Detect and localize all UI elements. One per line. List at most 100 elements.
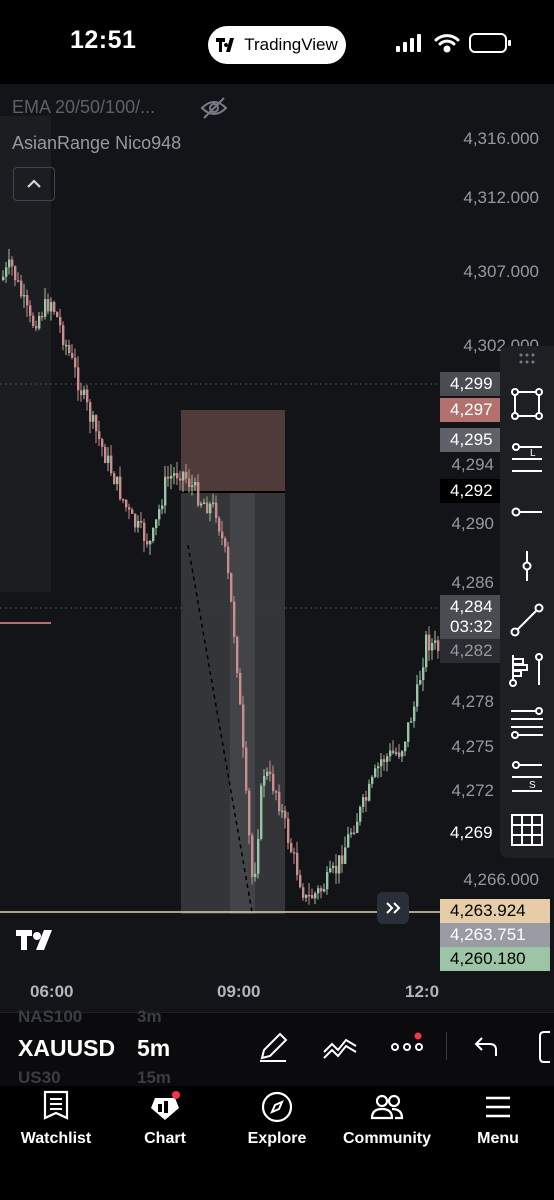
- candle-body: [68, 344, 71, 354]
- candle-body: [170, 475, 173, 479]
- candle-body: [218, 518, 221, 532]
- candle-body: [302, 887, 305, 898]
- candle-body: [2, 276, 5, 280]
- rectangle-tool-button[interactable]: [507, 384, 547, 424]
- candle-body: [137, 520, 140, 528]
- tradingview-logo-icon: [216, 38, 235, 52]
- asian-range-indicator-label[interactable]: AsianRange Nico948: [12, 133, 181, 154]
- indicators-icon[interactable]: [322, 1032, 358, 1060]
- tab-watchlist[interactable]: Watchlist: [6, 1090, 106, 1148]
- candle-body: [338, 855, 341, 874]
- candle-body: [32, 315, 35, 326]
- drag-handle-icon[interactable]: [518, 352, 536, 366]
- draw-pen-icon[interactable]: [256, 1030, 290, 1064]
- candle-body: [53, 302, 56, 313]
- drawing-toolbar: L S: [500, 346, 554, 858]
- candle-body: [194, 482, 197, 486]
- candle-body: [428, 634, 431, 651]
- candle-body: [317, 888, 320, 894]
- tab-menu[interactable]: Menu: [448, 1090, 548, 1148]
- more-options-icon[interactable]: [390, 1030, 424, 1058]
- candle-body: [113, 473, 116, 485]
- ema-indicator-label[interactable]: EMA 20/50/100/...: [12, 97, 155, 118]
- candle-body: [365, 797, 368, 801]
- candle-body: [41, 315, 44, 318]
- collapse-indicators-button[interactable]: [13, 167, 55, 201]
- timeframe-selector[interactable]: 5m: [137, 1035, 170, 1062]
- horizontal-ray-tool-button[interactable]: [507, 492, 547, 532]
- short-position-icon: S: [512, 761, 542, 792]
- rectangle-icon: [511, 388, 543, 420]
- trend-line-icon: [510, 603, 544, 637]
- candle-body: [332, 865, 335, 869]
- candle-body: [236, 636, 239, 674]
- candle-body: [320, 888, 323, 892]
- symbol-option-next[interactable]: US30: [18, 1068, 61, 1088]
- fixed-range-volume-tool-button[interactable]: [507, 650, 547, 690]
- status-time: 12:51: [70, 26, 137, 54]
- tab-chart[interactable]: Chart: [115, 1090, 215, 1148]
- candle-body: [344, 847, 347, 864]
- candle-body: [5, 267, 8, 277]
- candle-body: [413, 706, 416, 722]
- candle-body: [185, 471, 188, 479]
- candle-body: [341, 855, 344, 864]
- candle-body: [290, 842, 293, 853]
- tab-explore[interactable]: Explore: [227, 1090, 327, 1148]
- compass-icon: [261, 1091, 293, 1123]
- candle-body: [239, 673, 242, 705]
- candle-body: [410, 721, 413, 723]
- candle-body: [422, 667, 425, 681]
- candle-body: [227, 546, 230, 574]
- undo-icon[interactable]: [474, 1034, 500, 1058]
- candle-body: [140, 520, 143, 523]
- horizontal-ray-icon: [511, 507, 542, 517]
- candle-body: [26, 295, 29, 306]
- vertical-line-tool-button[interactable]: [507, 546, 547, 586]
- timeframe-option-previous[interactable]: 3m: [137, 1007, 162, 1027]
- signal-icon: [396, 34, 421, 52]
- long-position-tool-button[interactable]: L: [507, 438, 547, 478]
- trend-line-tool-button[interactable]: [507, 600, 547, 640]
- symbol-option-previous[interactable]: NAS100: [18, 1007, 82, 1027]
- tab-community[interactable]: Community: [337, 1090, 437, 1148]
- candle-body: [56, 312, 59, 318]
- symbol-selector[interactable]: XAUUSD: [18, 1035, 115, 1062]
- candle-body: [20, 280, 23, 297]
- candle-body: [257, 838, 260, 874]
- candle-body: [425, 634, 428, 668]
- candle-body: [98, 431, 101, 440]
- app-pill[interactable]: TradingView: [208, 26, 346, 64]
- candle-body: [17, 280, 20, 282]
- candle-body: [146, 541, 149, 545]
- short-position-tool-button[interactable]: S: [507, 758, 547, 798]
- timeframe-option-next[interactable]: 15m: [137, 1068, 171, 1088]
- fullscreen-icon[interactable]: [536, 1030, 554, 1064]
- candle-body: [197, 482, 200, 506]
- candle-body: [167, 476, 170, 479]
- candle-body: [161, 505, 164, 510]
- candle-body: [278, 791, 281, 812]
- candle-body: [191, 485, 194, 488]
- candle-body: [308, 894, 311, 897]
- candle-body: [242, 704, 245, 748]
- candle-body: [281, 810, 284, 813]
- double-chevron-right-icon: [386, 902, 401, 914]
- eye-off-icon[interactable]: [200, 96, 228, 120]
- candle-body: [311, 894, 314, 899]
- candle-body: [134, 513, 137, 528]
- tab-community-label: Community: [343, 1130, 431, 1147]
- chart-icon: [151, 1091, 180, 1120]
- price-tag: 4,263.924: [440, 899, 550, 923]
- candle-body: [272, 773, 275, 792]
- vertical-line-icon: [522, 551, 532, 581]
- candle-body: [128, 507, 131, 510]
- candle-body: [200, 503, 203, 506]
- candle-body: [431, 642, 434, 651]
- scroll-to-realtime-button[interactable]: [377, 892, 409, 924]
- candle-body: [74, 357, 77, 368]
- candle-body: [152, 527, 155, 541]
- candle-body: [71, 353, 74, 358]
- fib-retracement-tool-button[interactable]: [507, 704, 547, 744]
- grid-tool-button[interactable]: [507, 810, 547, 850]
